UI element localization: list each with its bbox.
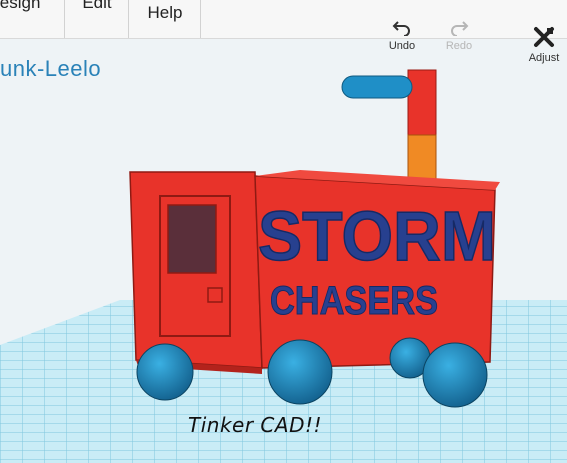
cab — [129, 171, 263, 374]
model-text-chasers: CHASERS — [270, 279, 438, 323]
wheel-rear-right — [267, 339, 333, 405]
workplane-canvas[interactable]: STORM CHASERS — [0, 0, 567, 463]
wheel-rear-left — [136, 343, 194, 401]
model-text-storm: STORM — [258, 197, 496, 275]
chimney — [341, 69, 437, 188]
handwritten-caption: Tinker CAD!! — [188, 413, 322, 437]
cab-window — [167, 204, 217, 274]
wheel-front — [422, 342, 488, 408]
